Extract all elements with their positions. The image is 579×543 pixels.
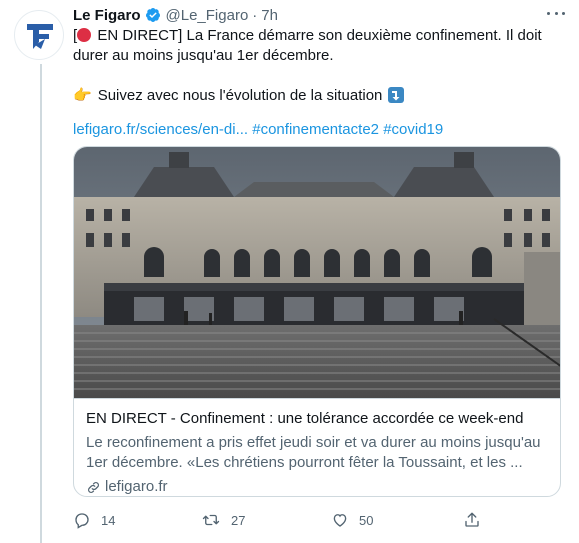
le-figaro-logo xyxy=(27,24,53,49)
retweet-count: 27 xyxy=(231,512,246,528)
reply-icon xyxy=(75,513,89,529)
like-count: 50 xyxy=(359,512,374,528)
card-image[interactable] xyxy=(74,147,561,398)
tweet-line-1: [ EN DIRECT] La France démarre son deuxi… xyxy=(73,26,553,46)
tweet-line-2: durer au moins jusqu'au 1er décembre. xyxy=(73,47,334,64)
hashtag-confinementacte2[interactable]: #confinementacte2 xyxy=(252,121,379,138)
article-link[interactable]: lefigaro.fr/sciences/en-di... xyxy=(73,121,248,138)
tweet-time[interactable]: 7h xyxy=(261,7,278,24)
author-name[interactable]: Le Figaro xyxy=(73,7,141,24)
author-handle[interactable]: @Le_Figaro xyxy=(166,7,249,24)
thread-line xyxy=(40,64,42,543)
share-icon xyxy=(465,512,479,527)
like-button[interactable]: 50 xyxy=(331,511,373,529)
card-description: Le reconfinement a pris effet jeudi soir… xyxy=(86,434,541,471)
heart-icon xyxy=(333,514,347,527)
verified-badge-icon xyxy=(145,8,160,22)
tweet-header: Le Figaro @Le_Figaro · 7h xyxy=(73,5,565,25)
arrow-down-emoji xyxy=(388,87,405,103)
share-button[interactable] xyxy=(463,511,491,529)
card-domain-text: lefigaro.fr xyxy=(105,478,168,495)
retweet-icon xyxy=(202,514,220,526)
retweet-button[interactable]: 27 xyxy=(201,511,245,529)
hashtag-covid19[interactable]: #covid19 xyxy=(383,121,443,138)
reply-count: 14 xyxy=(101,512,116,528)
reply-button[interactable]: 14 xyxy=(73,511,115,529)
red-circle-emoji xyxy=(77,28,92,42)
card-title: EN DIRECT - Confinement : une tolérance … xyxy=(86,410,524,427)
tweet-text: [ EN DIRECT] La France démarre son deuxi… xyxy=(73,26,553,106)
card-domain: lefigaro.fr xyxy=(86,477,550,496)
link-icon xyxy=(88,481,99,493)
card-text[interactable]: EN DIRECT - Confinement : une tolérance … xyxy=(74,398,560,496)
headline-text: EN DIRECT] La France démarre son deuxièm… xyxy=(93,27,542,44)
action-bar: 14 27 50 xyxy=(73,508,493,532)
tweet-links: lefigaro.fr/sciences/en-di... #confineme… xyxy=(73,120,443,140)
link-card[interactable]: EN DIRECT - Confinement : une tolérance … xyxy=(73,146,561,497)
more-options-icon[interactable] xyxy=(547,6,565,20)
separator-dot: · xyxy=(252,6,258,24)
follow-text: Suivez avec nous l'évolution de la situa… xyxy=(97,87,383,104)
avatar[interactable] xyxy=(14,10,64,60)
pointing-hand-emoji: 👉 xyxy=(73,87,92,104)
tweet-line-3: 👉 Suivez avec nous l'évolution de la situ… xyxy=(73,86,553,106)
